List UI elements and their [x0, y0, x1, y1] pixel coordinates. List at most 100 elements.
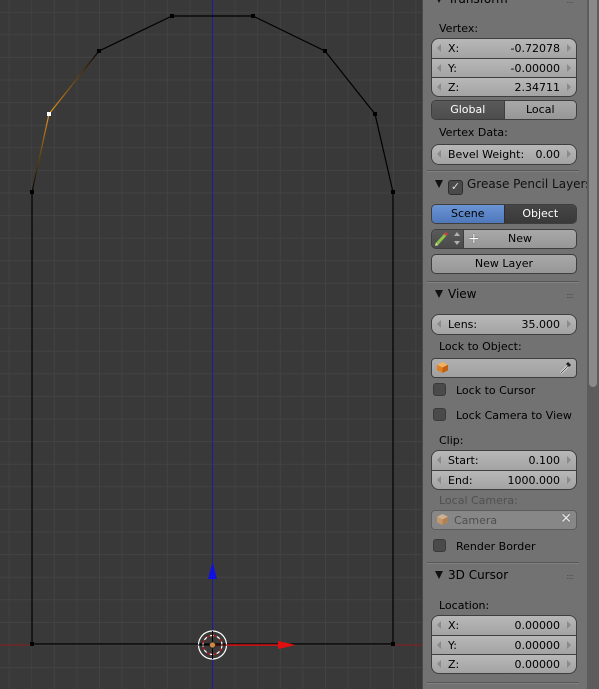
- drag-handle-icon[interactable]: ::::: [566, 291, 574, 300]
- bevel-weight-label: Bevel Weight:: [448, 148, 525, 161]
- vertex-data-label: Vertex Data:: [439, 126, 508, 139]
- increment-arrow-icon[interactable]: [567, 660, 571, 668]
- properties-sidebar: Transform :::: Vertex: X: -0.72078 Y: -0.0…: [422, 0, 599, 689]
- decrement-arrow-icon[interactable]: [437, 83, 441, 91]
- mesh-vertex[interactable]: [251, 14, 255, 18]
- transform-space-toggle: Global Local: [431, 100, 577, 120]
- lock-camera-to-view-label: Lock Camera to View: [456, 409, 572, 422]
- panel-divider: [427, 682, 579, 684]
- increment-arrow-icon[interactable]: [567, 83, 571, 91]
- decrement-arrow-icon[interactable]: [437, 320, 441, 328]
- vertex-x-label: X:: [448, 42, 460, 55]
- mesh-edge[interactable]: [252, 15, 326, 52]
- lens-field[interactable]: Lens: 35.000: [432, 315, 576, 334]
- mesh-vertex[interactable]: [391, 190, 395, 194]
- object-cube-icon: [437, 362, 448, 373]
- increment-arrow-icon[interactable]: [567, 456, 571, 464]
- local-button[interactable]: Local: [503, 101, 576, 119]
- clip-start-label: Start:: [448, 454, 479, 467]
- increment-arrow-icon[interactable]: [567, 320, 571, 328]
- mesh-edge[interactable]: [324, 50, 376, 115]
- lock-camera-to-view-checkbox[interactable]: [433, 408, 446, 421]
- clip-end-field[interactable]: End: 1000.000: [432, 470, 576, 489]
- scene-button[interactable]: Scene: [432, 205, 504, 223]
- 3d-cursor-header-label: 3D Cursor: [448, 568, 509, 582]
- panel-divider: [427, 170, 579, 172]
- vertex-x-field[interactable]: X: -0.72078: [432, 39, 576, 58]
- mesh-vertex[interactable]: [391, 642, 395, 646]
- clip-start-field[interactable]: Start: 0.100: [432, 451, 576, 470]
- decrement-arrow-icon[interactable]: [437, 641, 441, 649]
- view-panel-header[interactable]: View: [435, 287, 476, 301]
- decrement-arrow-icon[interactable]: [437, 476, 441, 484]
- manipulator-z-arrow[interactable]: [208, 562, 217, 579]
- view-header-label: View: [448, 287, 477, 301]
- cursor-y-field[interactable]: Y: 0.00000: [432, 635, 576, 654]
- increment-arrow-icon[interactable]: [567, 64, 571, 72]
- vertex-z-field[interactable]: Z: 2.34711: [432, 77, 576, 96]
- decrement-arrow-icon[interactable]: [437, 44, 441, 52]
- clip-end-value: 1000.000: [507, 474, 561, 487]
- mesh-vertex[interactable]: [170, 14, 174, 18]
- cursor-x-field[interactable]: X: 0.00000: [432, 616, 576, 635]
- pencil-browse-button[interactable]: [432, 230, 464, 248]
- transform-manipulator[interactable]: [208, 562, 296, 649]
- increment-arrow-icon[interactable]: [567, 44, 571, 52]
- mesh-edge[interactable]: [48, 50, 100, 115]
- bevel-weight-field[interactable]: Bevel Weight: 0.00: [432, 145, 576, 164]
- viewport-canvas[interactable]: [0, 0, 422, 689]
- scrollbar-thumb[interactable]: [589, 0, 597, 387]
- panel-scrollbar[interactable]: [587, 0, 599, 689]
- increment-arrow-icon[interactable]: [567, 150, 571, 158]
- object-button[interactable]: Object: [503, 205, 576, 223]
- eyedropper-icon[interactable]: [559, 361, 572, 375]
- local-camera-label: Local Camera:: [439, 494, 518, 507]
- mesh-vertex[interactable]: [323, 49, 327, 53]
- grease-pencil-enable-checkbox[interactable]: ✓: [448, 180, 463, 195]
- lock-to-cursor-checkbox[interactable]: [433, 383, 446, 396]
- global-button[interactable]: Global: [432, 101, 504, 119]
- mesh-vertex[interactable]: [97, 49, 101, 53]
- pencil-icon: [434, 231, 460, 247]
- 3d-viewport[interactable]: [0, 0, 422, 689]
- camera-object-icon: [437, 514, 448, 525]
- new-layer-button[interactable]: New Layer: [431, 254, 577, 274]
- mesh-vertex[interactable]: [30, 642, 34, 646]
- lock-to-object-field[interactable]: [431, 358, 577, 378]
- render-border-label: Render Border: [456, 540, 536, 553]
- clip-label: Clip:: [439, 434, 464, 447]
- drag-handle-icon[interactable]: ::::: [566, 0, 574, 5]
- local-camera-field[interactable]: Camera ✕: [431, 510, 577, 530]
- vertex-y-field[interactable]: Y: -0.00000: [432, 58, 576, 77]
- mesh-vertex[interactable]: [373, 112, 377, 116]
- collapse-triangle-icon: [435, 571, 443, 579]
- cursor-x-label: X:: [448, 619, 460, 632]
- lens-group: Lens: 35.000: [431, 314, 577, 335]
- collapse-triangle-icon: [435, 290, 443, 298]
- render-border-checkbox[interactable]: [433, 539, 446, 552]
- clip-start-value: 0.100: [528, 454, 561, 467]
- 3d-cursor-panel-header[interactable]: 3D Cursor: [435, 568, 508, 582]
- decrement-arrow-icon[interactable]: [437, 456, 441, 464]
- manipulator-x-arrow[interactable]: [278, 641, 296, 649]
- decrement-arrow-icon[interactable]: [437, 621, 441, 629]
- mesh-vertex-selected[interactable]: [47, 112, 51, 116]
- decrement-arrow-icon[interactable]: [437, 150, 441, 158]
- cursor-z-field[interactable]: Z: 0.00000: [432, 654, 576, 673]
- mesh-vertex[interactable]: [30, 190, 34, 194]
- mesh-edge[interactable]: [98, 15, 173, 52]
- increment-arrow-icon[interactable]: [567, 641, 571, 649]
- drag-handle-icon[interactable]: ::::: [566, 572, 574, 581]
- clear-x-icon[interactable]: ✕: [560, 511, 572, 527]
- transform-panel-header[interactable]: Transform: [435, 0, 508, 6]
- increment-arrow-icon[interactable]: [567, 621, 571, 629]
- decrement-arrow-icon[interactable]: [437, 64, 441, 72]
- cursor-z-value: 0.00000: [514, 658, 561, 671]
- grease-pencil-datablock-selector: + New: [431, 229, 577, 249]
- increment-arrow-icon[interactable]: [567, 476, 571, 484]
- new-grease-pencil-button[interactable]: + New: [464, 230, 576, 248]
- panel-divider: [427, 562, 579, 564]
- clip-end-label: End:: [448, 474, 473, 487]
- grease-pencil-panel-header[interactable]: ✓ Grease Pencil Layers: [435, 177, 592, 195]
- decrement-arrow-icon[interactable]: [437, 660, 441, 668]
